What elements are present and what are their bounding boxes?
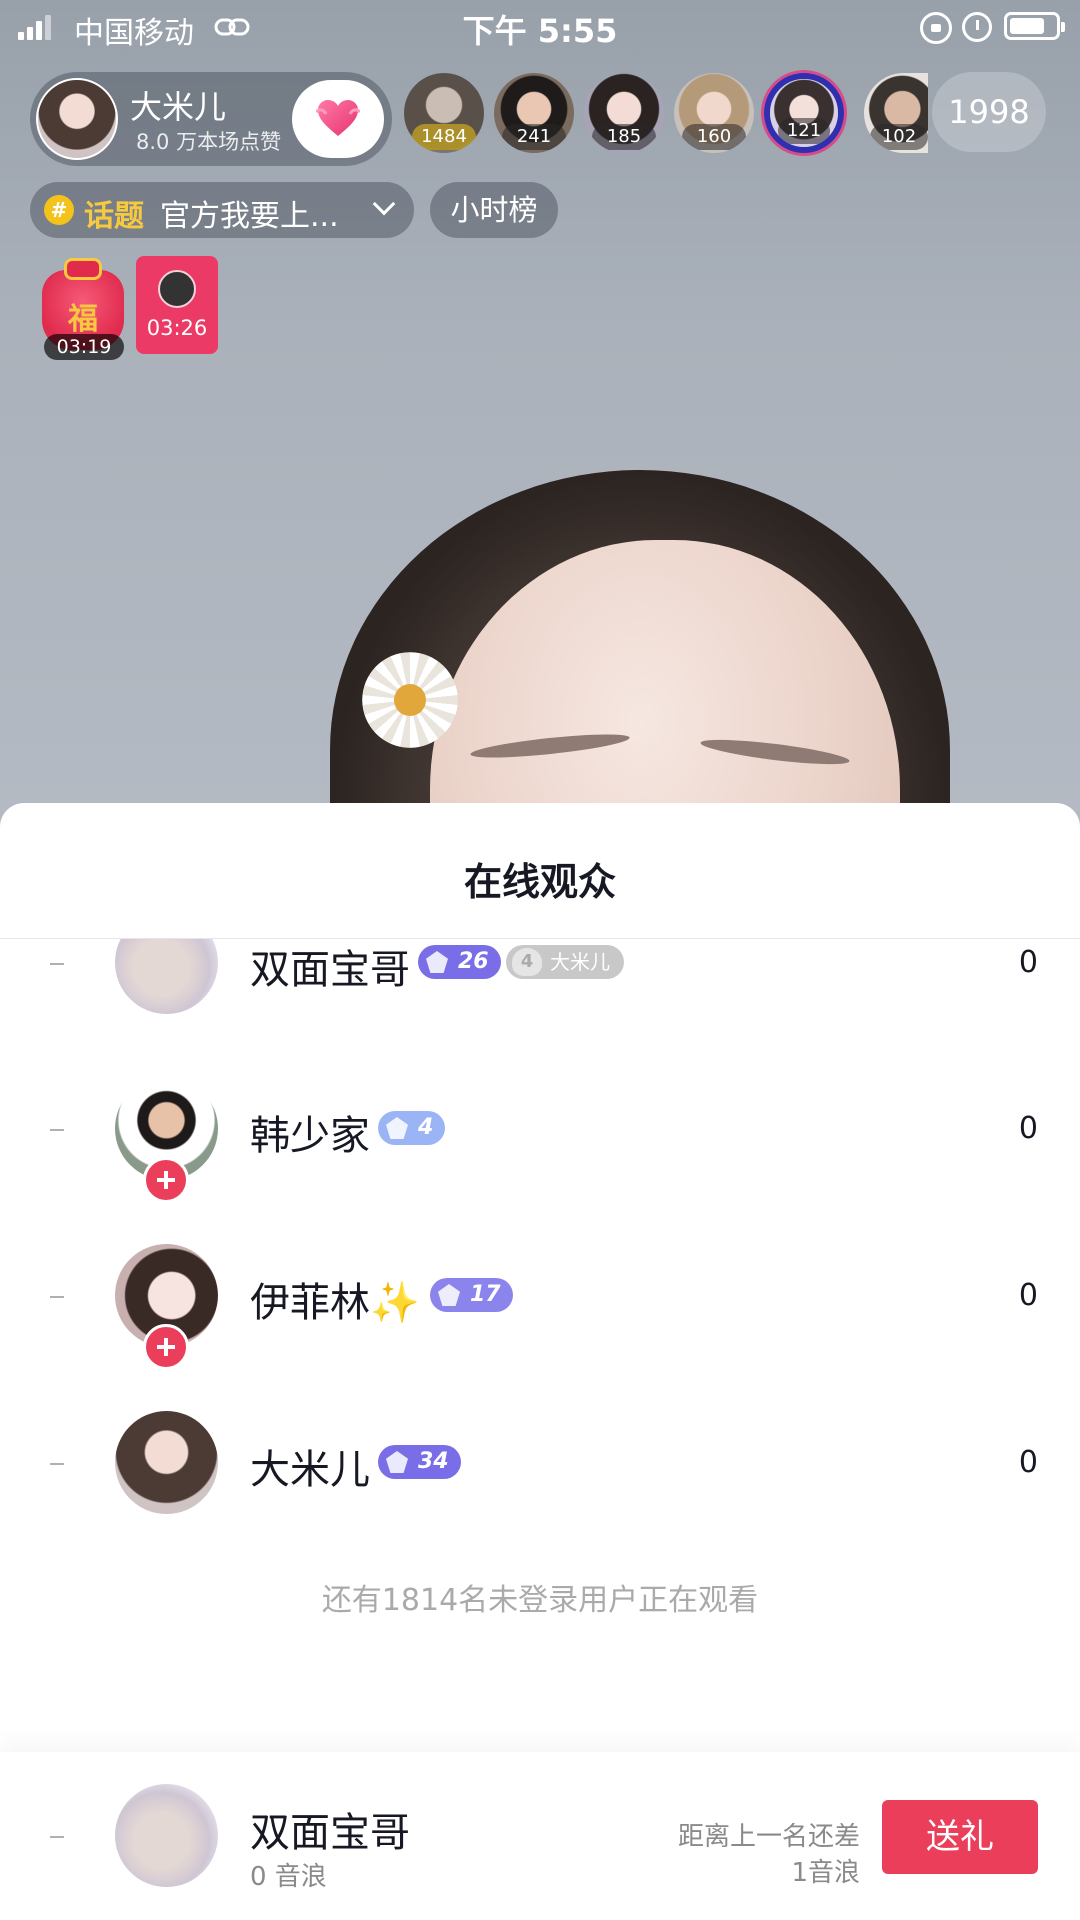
list-item[interactable]: 大米儿 34 0 (0, 1395, 1080, 1539)
viewer-contribution: 185 (592, 124, 656, 150)
rotation-lock-icon (920, 12, 952, 44)
gem-icon (386, 1117, 408, 1139)
rank-dash (50, 1296, 64, 1298)
rank-dash (50, 1836, 64, 1838)
my-avatar[interactable] (115, 1784, 218, 1887)
contribution-score: 0 (1018, 1445, 1038, 1480)
user-name: 韩少家 (250, 1113, 370, 1159)
gem-icon (386, 1451, 408, 1473)
my-rank-bar: 双面宝哥 0 音浪 距离上一名还差 1音浪 送礼 (0, 1752, 1080, 1920)
top-viewer-avatar-6[interactable]: 102 (864, 73, 928, 153)
top-viewer-avatar-3[interactable]: 185 (584, 73, 664, 153)
offline-viewers-note: 还有1814名未登录用户正在观看 (321, 1583, 759, 1618)
host-name: 大米儿 (130, 88, 227, 126)
rank-dash (50, 1129, 64, 1131)
list-item[interactable]: 双面宝哥 26 4 大米儿 0 (0, 939, 1080, 1045)
avatar[interactable] (115, 939, 218, 1014)
heart-icon (316, 100, 360, 136)
fan-club-badge: 4 大米儿 (506, 945, 624, 979)
follow-plus-icon[interactable] (143, 1324, 189, 1370)
contribution-score: 0 (1018, 1111, 1038, 1146)
avatar[interactable] (115, 1411, 218, 1514)
level-badge: 17 (430, 1278, 513, 1312)
rank-dash (50, 1463, 64, 1465)
red-envelope-timer: 03:26 (146, 316, 208, 340)
topic-tag: 话题 (84, 199, 144, 234)
host-info-pill[interactable]: 大米儿 8.0 万本场点赞 (30, 72, 392, 166)
host-likes: 8.0 万本场点赞 (136, 130, 282, 154)
lucky-bag-char: 福 (68, 302, 98, 337)
contribution-score: 0 (1018, 1278, 1038, 1313)
viewer-contribution: 121 (778, 118, 830, 144)
fan-heart-icon: 4 (512, 948, 542, 976)
gap-to-next-label: 距离上一名还差 (677, 1822, 860, 1852)
lucky-bag-timer: 03:19 (44, 334, 124, 360)
viewer-contribution: 1484 (412, 124, 476, 150)
level-badge: 26 (418, 945, 501, 979)
viewer-contribution: 160 (682, 124, 746, 150)
rank-dash (50, 963, 64, 965)
gem-icon (438, 1284, 460, 1306)
lucky-bag-knot (64, 258, 102, 280)
level-badge: 4 (378, 1111, 446, 1145)
chevron-down-icon (372, 192, 396, 216)
online-audience-sheet: 在线观众 双面宝哥 26 4 大米儿 0 韩少家 4 0 伊菲林✨ 17 0 大… (0, 803, 1080, 1920)
clock: 下午 5:55 (462, 12, 618, 50)
gem-icon (426, 951, 448, 973)
battery-icon (1004, 12, 1065, 40)
user-name: 伊菲林✨ (250, 1280, 420, 1326)
follow-plus-icon[interactable] (143, 1157, 189, 1203)
follow-heart-button[interactable] (292, 80, 384, 158)
viewer-contribution: 241 (502, 124, 566, 150)
my-name: 双面宝哥 (250, 1810, 410, 1856)
contribution-score: 0 (1018, 945, 1038, 980)
host-avatar[interactable] (36, 78, 118, 160)
lucky-bag-gift[interactable]: 福 03:19 (40, 256, 126, 360)
sheet-title: 在线观众 (463, 860, 616, 904)
hashtag-icon: # (44, 195, 74, 225)
alarm-icon (962, 12, 992, 42)
top-viewer-avatar-1[interactable]: 1484 (404, 73, 484, 153)
list-item[interactable]: 伊菲林✨ 17 0 (0, 1228, 1080, 1378)
top-viewer-avatar-5[interactable]: 121 (764, 73, 844, 153)
viewer-contribution: 102 (870, 124, 928, 150)
status-bar: 中国移动 下午 5:55 (0, 0, 1080, 56)
top-viewer-avatar-4[interactable]: 160 (674, 73, 754, 153)
topic-pill[interactable]: # 话题 官方我要上... (30, 182, 414, 238)
red-envelope-avatar (158, 270, 196, 308)
my-score: 0 音浪 (250, 1862, 327, 1892)
send-gift-button[interactable]: 送礼 (882, 1800, 1038, 1874)
red-envelope-gift[interactable]: 03:26 (136, 256, 218, 354)
online-viewer-count-button[interactable]: 1998 (932, 72, 1046, 152)
user-name: 大米儿 (250, 1447, 370, 1493)
daisy-hairclip (356, 646, 464, 754)
list-item[interactable]: 韩少家 4 0 (0, 1061, 1080, 1211)
hourly-rank-button[interactable]: 小时榜 (430, 182, 558, 238)
top-viewer-avatar-2[interactable]: 241 (494, 73, 574, 153)
level-badge: 34 (378, 1445, 461, 1479)
topic-text: 官方我要上... (160, 199, 339, 234)
gap-to-next-value: 1音浪 (791, 1858, 860, 1888)
audience-list[interactable]: 双面宝哥 26 4 大米儿 0 韩少家 4 0 伊菲林✨ 17 0 大米儿 34… (0, 939, 1080, 1539)
user-name: 双面宝哥 (250, 947, 410, 993)
